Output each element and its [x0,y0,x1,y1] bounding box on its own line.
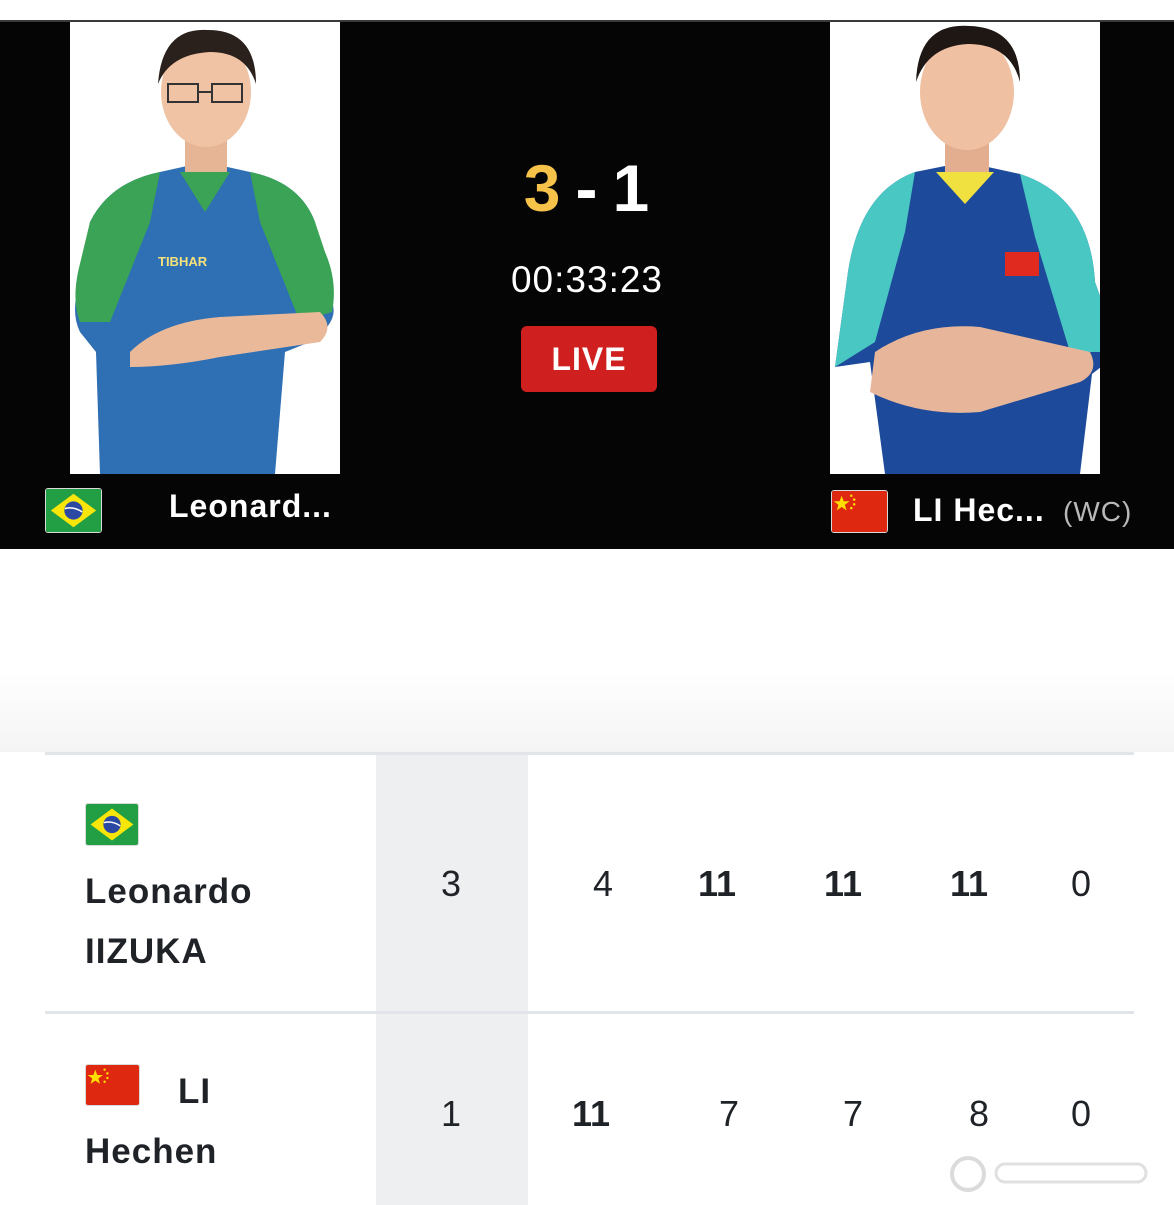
score-table: Leonardo IIZUKA 3 4 11 11 11 0 LI Hechen… [0,752,1174,1205]
section-spacer [0,549,1174,754]
match-clock: 00:33:23 [510,259,664,300]
score-right: 1 [612,151,651,225]
table-divider-top [45,752,1134,755]
player-1-sets: 3 [440,863,462,904]
player-1-last-name: IIZUKA [85,932,208,971]
live-button[interactable]: LIVE [521,326,657,392]
player-1-game-2: 11 [697,863,737,904]
top-border [0,0,1174,22]
china-flag [831,490,888,533]
player-2-game-1: 11 [571,1093,611,1134]
score-left: 3 [523,151,562,225]
player-1-game-3: 11 [823,863,863,904]
player-1-game-4: 11 [949,863,989,904]
player-right-seed: (WC) [1063,496,1133,527]
table-divider-middle [45,1011,1134,1014]
player-2-game-2: 7 [718,1093,740,1134]
score-separator: - [575,151,599,225]
player-2-last-name: Hechen [85,1132,218,1171]
player-right-short-name: LI Hec... [913,492,1045,528]
watermark-icon [946,1150,1162,1196]
player-photo-left: TIBHAR [70,22,340,474]
player-1-game-5: 0 [1070,863,1092,904]
player-2-first-name: LI [178,1072,212,1111]
player-1-game-1: 4 [592,863,614,904]
player-1-first-name: Leonardo [85,872,253,911]
china-flag [85,1064,140,1106]
player-2-game-5: 0 [1070,1093,1092,1134]
sets-column [376,755,528,1205]
player-photo-right [830,22,1100,474]
player-2-game-3: 7 [842,1093,864,1134]
player-2-game-4: 8 [968,1093,990,1134]
brazil-flag [85,803,139,846]
brazil-flag [45,488,102,533]
match-score: 3-1 [0,150,1174,226]
match-header: TIBHAR 3-1 00:33:23 LIVE Leonard... LI H… [0,22,1174,549]
player-2-sets: 1 [440,1093,462,1134]
player-left-short-name: Leonard... [169,488,332,524]
